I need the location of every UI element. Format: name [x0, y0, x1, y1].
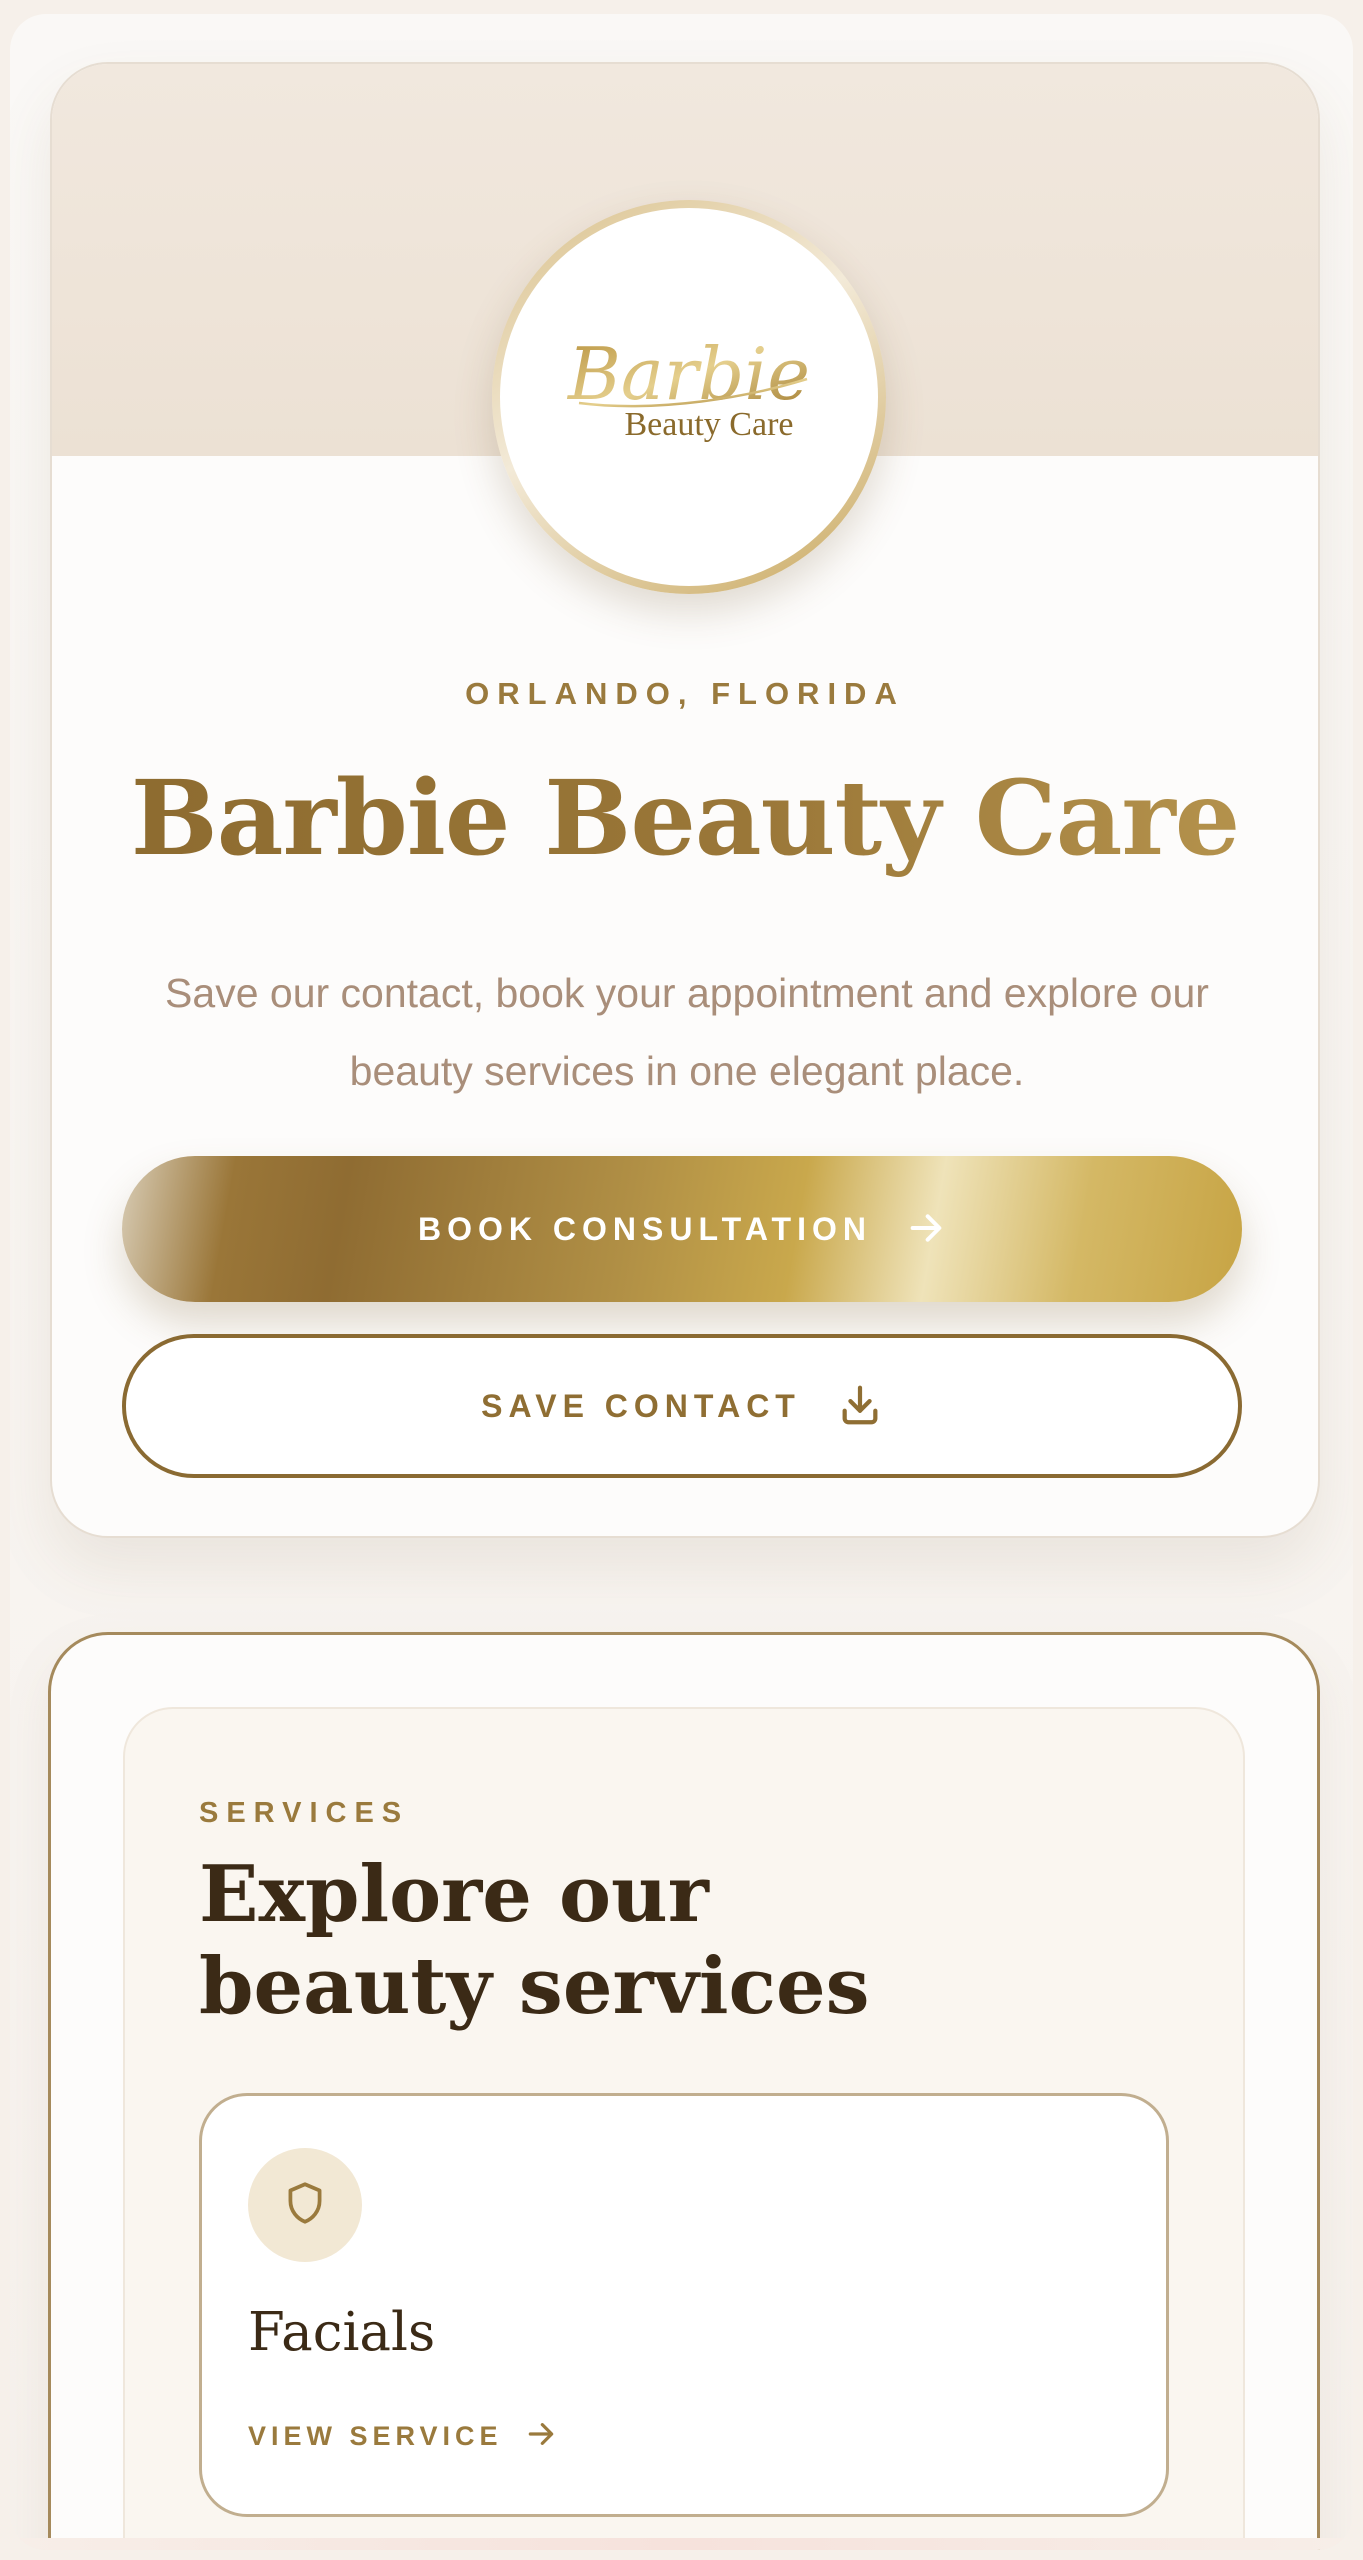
- service-icon-badge: [248, 2148, 362, 2262]
- book-consultation-button[interactable]: BOOK CONSULTATION: [122, 1156, 1242, 1302]
- location-label: ORLANDO, FLORIDA: [465, 676, 905, 711]
- services-panel: SERVICES Explore our beauty services Fac…: [123, 1707, 1245, 2550]
- service-name: Facials: [248, 2302, 436, 2363]
- services-section: SERVICES Explore our beauty services Fac…: [48, 1632, 1320, 2550]
- book-consultation-label: BOOK CONSULTATION: [418, 1210, 872, 1247]
- shield-icon: [280, 2178, 330, 2233]
- brand-logo: Barbie Beauty Care: [500, 208, 878, 586]
- services-eyebrow: SERVICES: [199, 1797, 410, 1829]
- service-card-facials[interactable]: Facials VIEW SERVICE: [199, 2093, 1169, 2517]
- services-title: Explore our beauty services: [199, 1849, 870, 2032]
- logo-ring: Barbie Beauty Care: [492, 200, 886, 594]
- page-title: Barbie Beauty Care: [52, 758, 1318, 879]
- view-service-link[interactable]: VIEW SERVICE: [248, 2418, 557, 2455]
- save-contact-button[interactable]: SAVE CONTACT: [122, 1334, 1242, 1478]
- arrow-right-icon: [906, 1208, 946, 1251]
- tagline: Save our contact, book your appointment …: [165, 970, 1209, 1094]
- hero-card: Barbie Beauty Care ORLANDO, FLORIDA Barb…: [50, 62, 1320, 1538]
- save-contact-label: SAVE CONTACT: [481, 1387, 801, 1424]
- page: Barbie Beauty Care ORLANDO, FLORIDA Barb…: [10, 14, 1353, 2550]
- logo-mark: Barbie Beauty Care: [566, 332, 810, 443]
- arrow-right-icon: [525, 2418, 557, 2455]
- logo-sub-text: Beauty Care: [625, 406, 794, 443]
- view-service-label: VIEW SERVICE: [248, 2421, 503, 2451]
- download-icon: [837, 1382, 883, 1431]
- bottom-edge: [10, 2538, 1353, 2550]
